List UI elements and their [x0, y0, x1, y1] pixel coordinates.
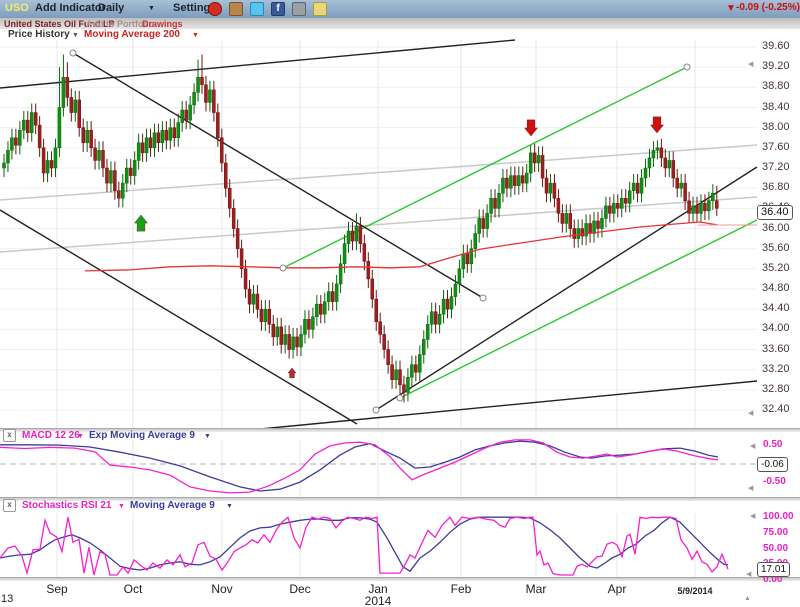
- stoch-axis-label: 75.00: [763, 526, 789, 538]
- price-axis-label: 33.20: [762, 362, 790, 375]
- macd-title[interactable]: MACD 12 26: [22, 430, 80, 441]
- price-axis-label: 39.20: [762, 60, 790, 73]
- price-axis-label: 37.20: [762, 161, 790, 173]
- time-axis-year: 2014: [364, 594, 392, 607]
- panel-separator[interactable]: [0, 497, 800, 501]
- axis-scroll-icon[interactable]: ◀: [746, 570, 751, 578]
- chevron-down-icon[interactable]: ▼: [226, 503, 233, 510]
- macd-signal-label[interactable]: Exp Moving Average 9: [89, 430, 195, 441]
- time-axis-label: Nov: [211, 582, 233, 596]
- price-axis-label: 38.00: [762, 120, 790, 133]
- time-axis-label: Oct: [123, 582, 143, 596]
- price-axis-label: 32.80: [762, 382, 790, 395]
- axis-scroll-icon[interactable]: ◀: [750, 442, 755, 450]
- chevron-down-icon[interactable]: ▼: [118, 503, 125, 510]
- price-axis-label: 32.40: [762, 403, 790, 416]
- time-axis-label: Apr: [607, 582, 627, 596]
- price-axis-label: 34.40: [762, 302, 790, 315]
- close-icon[interactable]: x: [3, 499, 16, 512]
- price-axis-label: 38.40: [762, 100, 790, 113]
- stoch-signal-label[interactable]: Moving Average 9: [130, 500, 215, 511]
- price-axis-label: 39.60: [762, 40, 790, 52]
- year-label: 13: [1, 593, 14, 605]
- price-axis-label: 38.80: [762, 80, 790, 93]
- axis-scroll-icon[interactable]: ▲: [744, 595, 751, 602]
- chart-canvas[interactable]: [0, 0, 800, 607]
- axis-scroll-icon[interactable]: ◀: [748, 409, 753, 417]
- axis-scroll-icon[interactable]: ◀: [750, 512, 755, 520]
- price-axis-label: 36.80: [762, 181, 790, 194]
- time-axis-label: Dec: [289, 582, 311, 596]
- axis-scroll-icon[interactable]: ◀: [748, 60, 753, 68]
- stoch-axis-label: 100.00: [763, 511, 794, 523]
- chevron-down-icon[interactable]: ▼: [77, 433, 84, 440]
- time-axis-label: Mar: [525, 582, 547, 596]
- chart-application-window: USO Add Indicator Daily ▼ Settings f ▼ -…: [0, 0, 800, 607]
- price-axis-label: 37.60: [762, 140, 790, 153]
- price-axis-label: 33.60: [762, 342, 790, 355]
- price-axis-label: 34.80: [762, 282, 790, 295]
- last-price-badge: 36.40: [757, 205, 793, 220]
- price-axis-label: 34.00: [762, 322, 790, 335]
- stoch-value-badge: 17.01: [757, 562, 791, 577]
- time-axis-label: Sep: [46, 582, 68, 596]
- price-axis-label: 35.60: [762, 241, 790, 254]
- time-axis-label: Feb: [450, 582, 472, 596]
- close-icon[interactable]: x: [3, 429, 16, 442]
- macd-value-badge: -0.06: [757, 457, 788, 472]
- chevron-down-icon[interactable]: ▼: [204, 433, 211, 440]
- axis-scroll-icon[interactable]: ◀: [748, 484, 753, 492]
- stoch-title[interactable]: Stochastics RSI 21: [22, 500, 111, 511]
- time-axis-label: 5/9/2014: [677, 586, 713, 596]
- panel-separator[interactable]: [0, 577, 800, 581]
- macd-axis-low: -0.50: [763, 476, 786, 487]
- stoch-axis-label: 50.00: [763, 542, 789, 554]
- price-axis-label: 35.20: [762, 261, 790, 274]
- macd-axis-high: 0.50: [763, 439, 783, 450]
- price-axis-label: 36.00: [762, 221, 790, 234]
